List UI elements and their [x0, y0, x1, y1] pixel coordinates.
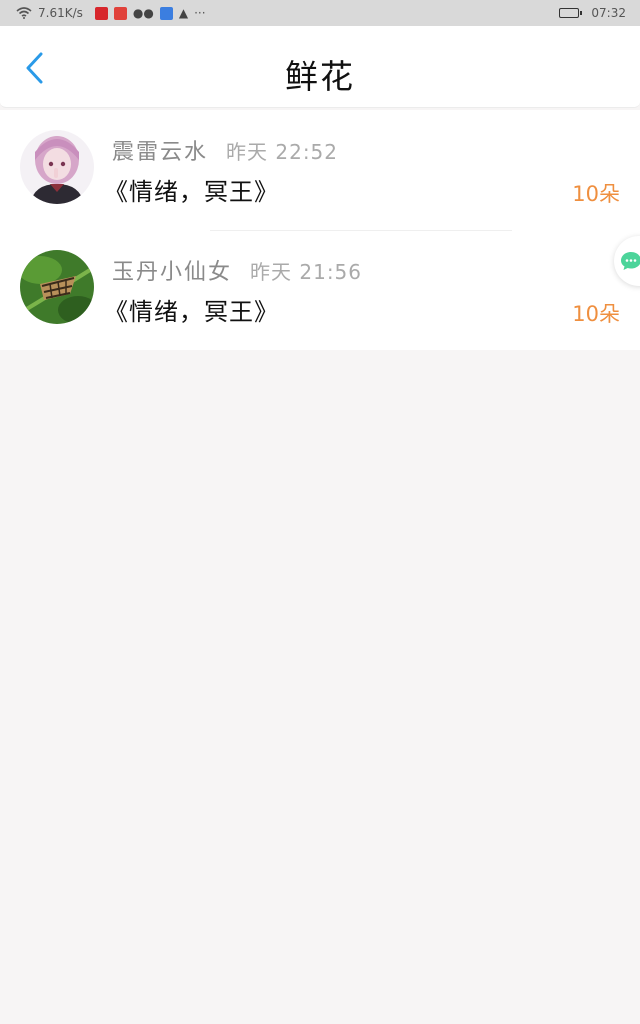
network-speed: 7.61K/s — [38, 6, 83, 20]
clock: 07:32 — [591, 6, 626, 20]
record-meta: 震雷云水 昨天 22:52 — [112, 134, 338, 166]
qq-icon: ▲ — [178, 6, 189, 20]
news-app-icon — [94, 6, 108, 20]
flower-count: 10朵 — [572, 182, 620, 206]
wifi-icon — [16, 7, 32, 19]
chat-bubble-icon — [621, 252, 640, 270]
timestamp: 昨天 21:56 — [250, 260, 363, 284]
flower-record-list: 震雷云水 昨天 22:52 《情绪，冥王》 10朵 玉丹小仙女 昨天 21:56… — [0, 110, 640, 350]
reader-app-icon — [113, 6, 127, 20]
book-title[interactable]: 《情绪，冥王》 — [104, 292, 279, 327]
flower-count: 10朵 — [572, 302, 620, 326]
battery-icon — [559, 8, 583, 18]
username[interactable]: 震雷云水 — [112, 134, 208, 166]
header: 鲜花 — [0, 26, 640, 108]
timestamp: 昨天 22:52 — [226, 140, 339, 164]
page-title: 鲜花 — [285, 57, 355, 96]
book-title[interactable]: 《情绪，冥王》 — [104, 172, 279, 207]
wechat-icon: ●● — [132, 6, 154, 20]
list-item[interactable]: 震雷云水 昨天 22:52 《情绪，冥王》 10朵 — [0, 110, 640, 230]
username[interactable]: 玉丹小仙女 — [112, 254, 232, 286]
more-notifications-icon: ··· — [194, 6, 206, 20]
butterfly-avatar[interactable] — [20, 250, 94, 324]
status-bar: 7.61K/s ●● ▲ ··· 07:32 — [0, 0, 640, 26]
anime-girl-avatar[interactable] — [20, 130, 94, 204]
list-item[interactable]: 玉丹小仙女 昨天 21:56 《情绪，冥王》 10朵 — [0, 230, 640, 350]
record-meta: 玉丹小仙女 昨天 21:56 — [112, 254, 362, 286]
message-app-icon — [159, 6, 173, 20]
